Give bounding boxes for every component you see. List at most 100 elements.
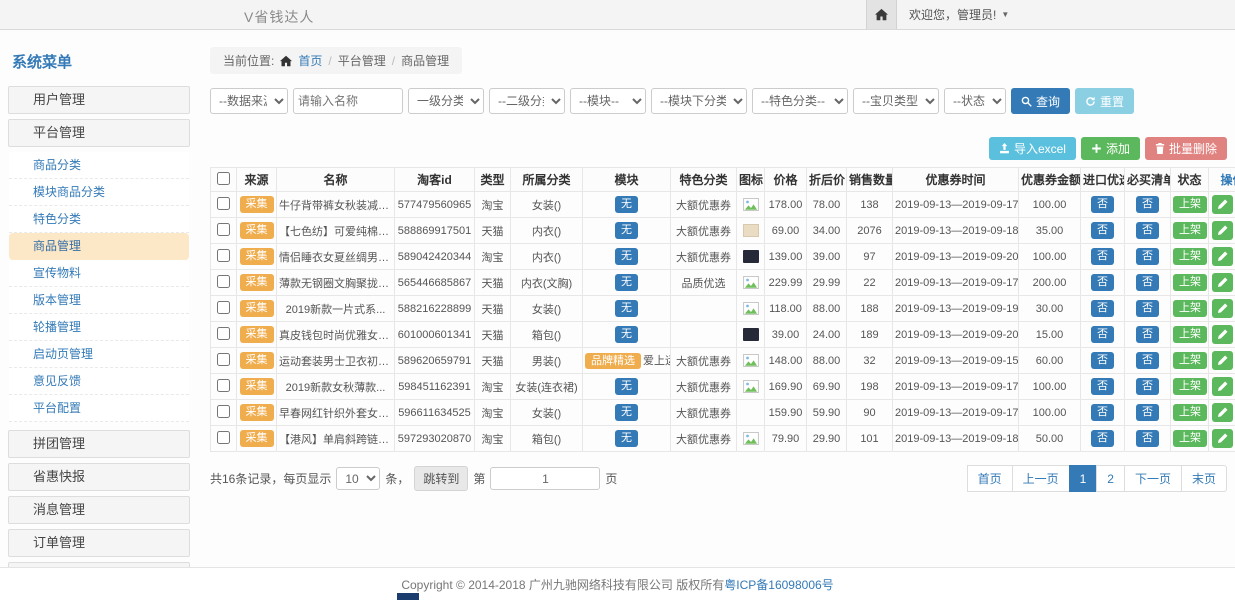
must-buy-badge[interactable]: 否	[1136, 196, 1159, 212]
status-badge[interactable]: 上架	[1173, 274, 1207, 290]
sidebar-item[interactable]: 订单管理	[8, 529, 190, 557]
edit-button[interactable]	[1212, 377, 1233, 396]
row-checkbox[interactable]	[217, 301, 230, 314]
sidebar-item[interactable]: 宣传物料	[9, 260, 189, 287]
edit-button[interactable]	[1212, 195, 1233, 214]
batch-delete-button[interactable]: 批量删除	[1145, 137, 1227, 160]
edit-button[interactable]	[1212, 351, 1233, 370]
row-checkbox[interactable]	[217, 431, 230, 444]
sidebar-item[interactable]: 版本管理	[9, 287, 189, 314]
edit-button[interactable]	[1212, 221, 1233, 240]
edit-button[interactable]	[1212, 247, 1233, 266]
select-all-checkbox[interactable]	[217, 172, 230, 185]
status-badge[interactable]: 上架	[1173, 430, 1207, 446]
import-excel-button[interactable]: 导入excel	[989, 137, 1076, 160]
must-buy-badge[interactable]: 否	[1136, 430, 1159, 446]
sidebar-item[interactable]: 平台管理	[8, 119, 190, 147]
import-preferred-badge[interactable]: 否	[1091, 274, 1114, 290]
must-buy-badge[interactable]: 否	[1136, 378, 1159, 394]
sidebar-item[interactable]: 启动页管理	[9, 341, 189, 368]
filter-select[interactable]: --状态--	[944, 88, 1006, 114]
row-checkbox[interactable]	[217, 379, 230, 392]
must-buy-badge[interactable]: 否	[1136, 248, 1159, 264]
row-checkbox[interactable]	[217, 327, 230, 340]
page-button[interactable]: 下一页	[1124, 465, 1182, 492]
row-checkbox[interactable]	[217, 223, 230, 236]
home-button[interactable]	[866, 0, 897, 29]
filter-select[interactable]: --模块下分类--	[651, 88, 747, 114]
sidebar-item[interactable]: 意见反馈	[9, 368, 189, 395]
sidebar-item[interactable]: 商品分类	[9, 152, 189, 179]
status-badge[interactable]: 上架	[1173, 196, 1207, 212]
page-button[interactable]: 上一页	[1012, 465, 1070, 492]
filter-select[interactable]: --特色分类--	[752, 88, 848, 114]
import-preferred-badge[interactable]: 否	[1091, 196, 1114, 212]
row-checkbox[interactable]	[217, 197, 230, 210]
row-checkbox[interactable]	[217, 275, 230, 288]
sidebar-item[interactable]: 轮播管理	[9, 314, 189, 341]
page-button[interactable]: 2	[1096, 465, 1125, 492]
user-menu-caret[interactable]: ▼	[1001, 10, 1009, 19]
import-preferred-badge[interactable]: 否	[1091, 222, 1114, 238]
import-preferred-badge[interactable]: 否	[1091, 248, 1114, 264]
status-badge[interactable]: 上架	[1173, 404, 1207, 420]
sidebar-item[interactable]: 模块商品分类	[9, 179, 189, 206]
row-checkbox[interactable]	[217, 353, 230, 366]
status-badge[interactable]: 上架	[1173, 378, 1207, 394]
edit-button[interactable]	[1212, 299, 1233, 318]
row-checkbox[interactable]	[217, 249, 230, 262]
sidebar-item[interactable]: 省惠快报	[8, 463, 190, 491]
status-badge[interactable]: 上架	[1173, 300, 1207, 316]
must-buy-badge[interactable]: 否	[1136, 274, 1159, 290]
must-buy-badge[interactable]: 否	[1136, 352, 1159, 368]
pagination-summary: 共16条记录，每页显示 10 条， 跳转到 第 页	[210, 466, 617, 491]
status-badge[interactable]: 上架	[1173, 248, 1207, 264]
sidebar-item[interactable]: 特色分类	[9, 206, 189, 233]
status-badge[interactable]: 上架	[1173, 326, 1207, 342]
broken-image-icon	[743, 432, 759, 445]
filter-select[interactable]: --二级分类--	[489, 88, 565, 114]
must-buy-cell: 否	[1125, 244, 1171, 270]
import-preferred-badge[interactable]: 否	[1091, 404, 1114, 420]
sidebar-item[interactable]: 用户管理	[8, 86, 190, 114]
filter-select[interactable]: 一级分类	[408, 88, 484, 114]
edit-button[interactable]	[1212, 403, 1233, 422]
search-button[interactable]: 查询	[1011, 88, 1070, 114]
filter-select[interactable]: --模块--	[570, 88, 646, 114]
name-search-input[interactable]	[293, 88, 403, 114]
add-button[interactable]: 添加	[1081, 137, 1140, 160]
edit-button[interactable]	[1212, 273, 1233, 292]
status-badge[interactable]: 上架	[1173, 222, 1207, 238]
sidebar-item[interactable]: 平台配置	[9, 395, 189, 422]
must-buy-badge[interactable]: 否	[1136, 222, 1159, 238]
page-button[interactable]: 末页	[1181, 465, 1227, 492]
source-cell: 采集	[237, 218, 277, 244]
status-badge[interactable]: 上架	[1173, 352, 1207, 368]
must-buy-badge[interactable]: 否	[1136, 300, 1159, 316]
edit-button[interactable]	[1212, 325, 1233, 344]
reset-button[interactable]: 重置	[1075, 88, 1134, 114]
import-preferred-badge[interactable]: 否	[1091, 300, 1114, 316]
must-buy-badge[interactable]: 否	[1136, 326, 1159, 342]
module-cell: 无	[583, 426, 671, 452]
filter-select[interactable]: --宝贝类型--	[853, 88, 939, 114]
sidebar-item[interactable]: 消息管理	[8, 496, 190, 524]
breadcrumb-home-link[interactable]: 首页	[298, 52, 322, 69]
sidebar-item[interactable]: 商品管理	[9, 233, 189, 260]
page-button[interactable]: 1	[1069, 465, 1098, 492]
icp-link[interactable]: 粤ICP备16098006号	[724, 576, 833, 593]
jump-button[interactable]: 跳转到	[414, 466, 468, 491]
page-button[interactable]: 首页	[967, 465, 1013, 492]
import-preferred-badge[interactable]: 否	[1091, 326, 1114, 342]
edit-button[interactable]	[1212, 429, 1233, 448]
row-checkbox[interactable]	[217, 405, 230, 418]
data-source-select[interactable]: --数据来源--	[210, 88, 288, 114]
page-number-input[interactable]	[490, 467, 600, 490]
sidebar-item[interactable]: 拼团管理	[8, 430, 190, 458]
per-page-select[interactable]: 10	[336, 467, 380, 490]
import-preferred-badge[interactable]: 否	[1091, 430, 1114, 446]
import-preferred-badge[interactable]: 否	[1091, 352, 1114, 368]
import-preferred-badge[interactable]: 否	[1091, 378, 1114, 394]
sidebar-menu: 用户管理 平台管理 商品分类 模块商品分类 特色分类	[8, 86, 190, 567]
must-buy-badge[interactable]: 否	[1136, 404, 1159, 420]
